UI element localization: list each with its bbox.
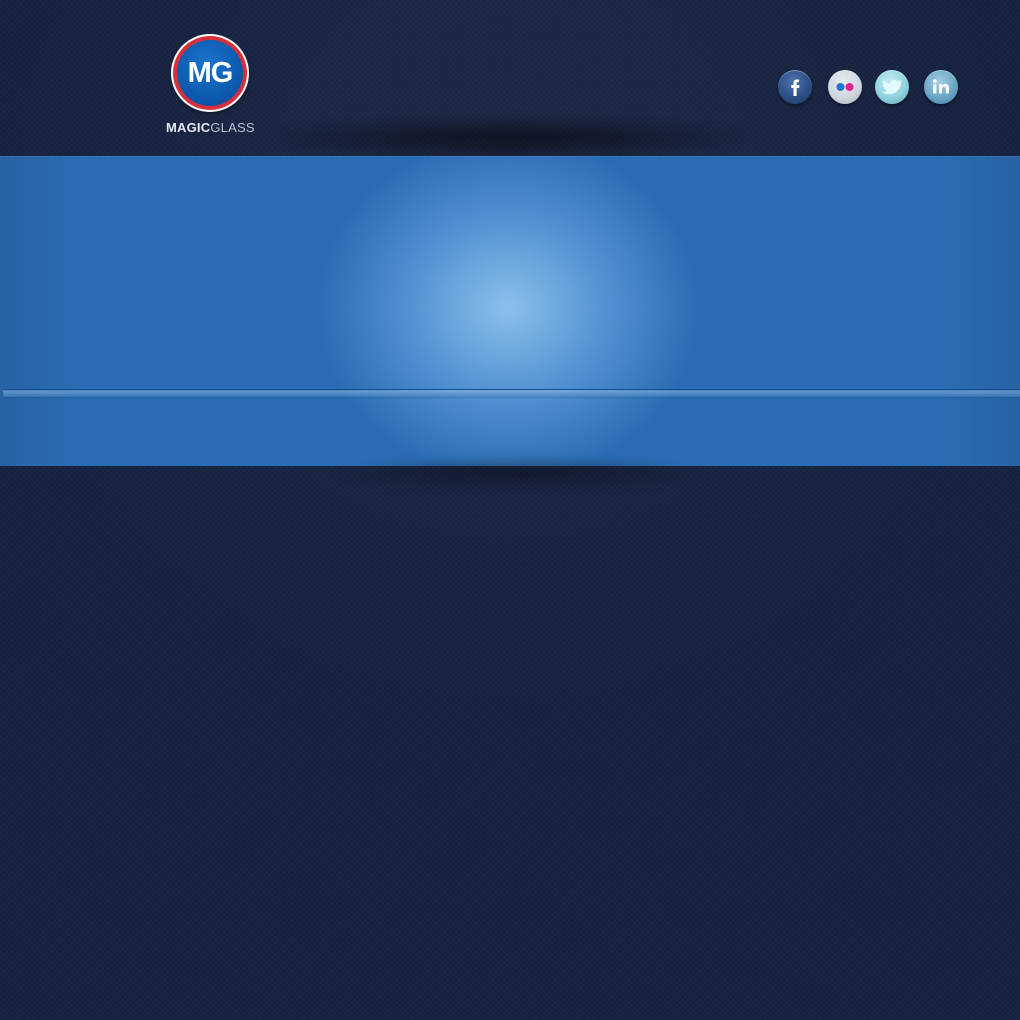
header-shadow xyxy=(270,116,750,160)
linkedin-button[interactable] xyxy=(924,70,958,104)
facebook-icon xyxy=(787,76,803,98)
flickr-icon xyxy=(834,81,856,93)
facebook-button[interactable] xyxy=(778,70,812,104)
logo-ring: MG xyxy=(173,36,247,110)
page: MG MAGICGLASS xyxy=(0,0,1020,1020)
twitter-icon xyxy=(881,78,903,96)
logo-wordmark-bold: MAGIC xyxy=(166,120,211,135)
logo-wordmark: MAGICGLASS xyxy=(166,120,260,135)
magic-glass-logo[interactable]: MG MAGICGLASS xyxy=(166,34,258,138)
site-header: MG MAGICGLASS xyxy=(0,0,1020,160)
logo-badge: MG xyxy=(171,34,249,112)
logo-initials: MG xyxy=(177,40,243,106)
hero-banner xyxy=(0,156,1020,466)
logo-wordmark-light: GLASS xyxy=(210,120,255,135)
hero-divider-line xyxy=(3,389,1020,390)
hero-glass-shelf xyxy=(3,391,1020,397)
linkedin-icon xyxy=(931,78,951,96)
hero-bottom-shadow xyxy=(330,456,710,490)
flickr-button[interactable] xyxy=(828,70,862,104)
twitter-button[interactable] xyxy=(875,70,909,104)
